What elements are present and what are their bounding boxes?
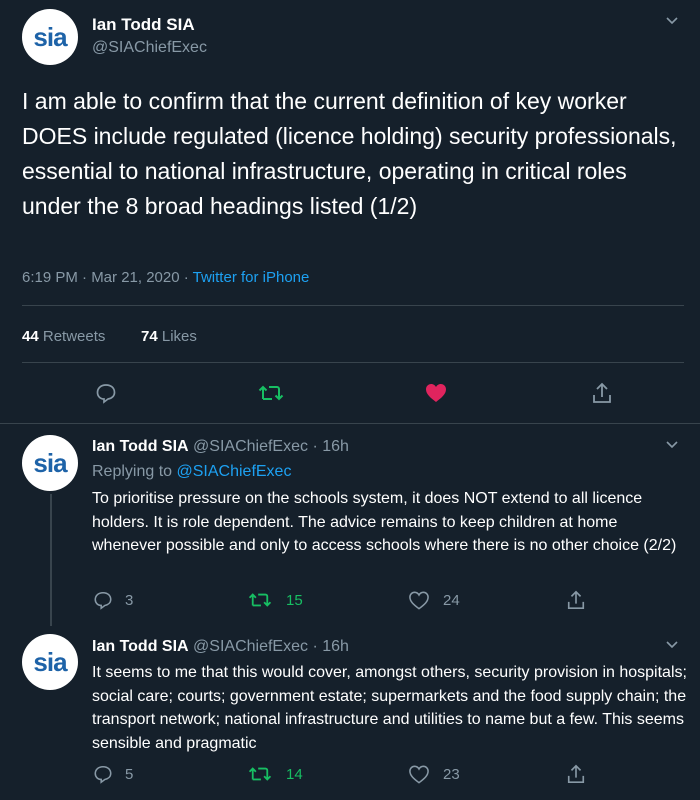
retweet-button[interactable]: [258, 382, 284, 404]
retweet-icon: [258, 385, 284, 401]
likes-label: Likes: [161, 328, 197, 345]
chevron-down-icon[interactable]: [664, 436, 680, 457]
replying-to: Replying to @SIAChiefExec: [92, 463, 291, 481]
reply-button[interactable]: 3: [93, 590, 133, 610]
reply-header: Ian Todd SIA @SIAChiefExec · 16h: [92, 438, 349, 456]
like-stats[interactable]: 74 Likes: [141, 328, 197, 345]
reply-icon: [94, 591, 112, 610]
like-count: 24: [443, 592, 460, 609]
retweets-count: 44: [22, 328, 39, 345]
reply-button[interactable]: 5: [93, 764, 133, 784]
retweet-icon: [248, 767, 272, 781]
retweet-count: 15: [286, 591, 303, 609]
author-name[interactable]: Ian Todd SIA: [92, 438, 189, 455]
author-name[interactable]: Ian Todd SIA: [92, 15, 195, 35]
like-button[interactable]: 23: [409, 765, 460, 784]
retweet-icon: [248, 593, 272, 607]
reply-icon: [94, 765, 112, 784]
thread-line: [50, 494, 52, 626]
replying-handle-link[interactable]: @SIAChiefExec: [177, 463, 292, 480]
retweet-button[interactable]: 14: [248, 764, 303, 784]
likes-count: 74: [141, 328, 158, 345]
share-icon: [567, 764, 585, 783]
like-button[interactable]: 24: [409, 591, 460, 610]
replying-prefix: Replying to: [92, 463, 177, 480]
chevron-down-icon[interactable]: [664, 12, 680, 33]
avatar[interactable]: sia: [22, 634, 78, 690]
share-button[interactable]: [566, 589, 586, 611]
retweet-count: 14: [286, 765, 303, 783]
avatar[interactable]: sia: [22, 9, 78, 65]
sia-logo: sia: [33, 447, 67, 478]
chevron-down-icon[interactable]: [664, 636, 680, 657]
tweet-text: I am able to confirm that the current de…: [22, 88, 677, 219]
reply-text: It seems to me that this would cover, am…: [92, 664, 687, 752]
share-button[interactable]: [566, 763, 586, 785]
heart-icon: [409, 765, 429, 784]
share-icon: [593, 382, 611, 403]
like-count: 23: [443, 766, 460, 783]
share-icon: [567, 590, 585, 609]
heart-filled-icon: [426, 384, 446, 402]
reply-text: To prioritise pressure on the schools sy…: [92, 490, 677, 554]
tweet-time[interactable]: 6:19 PM · Mar 21, 2020 ·: [22, 269, 193, 286]
handle-time[interactable]: @SIAChiefExec · 16h: [193, 638, 349, 655]
retweet-button[interactable]: 15: [248, 590, 303, 610]
avatar[interactable]: sia: [22, 435, 78, 491]
divider: [22, 362, 684, 363]
like-button[interactable]: [425, 383, 447, 403]
handle-time[interactable]: @SIAChiefExec · 16h: [193, 438, 349, 455]
reply-icon: [96, 384, 116, 404]
sia-logo: sia: [33, 646, 67, 677]
heart-icon: [409, 591, 429, 610]
tweet-source-link[interactable]: Twitter for iPhone: [193, 269, 310, 286]
retweet-stats[interactable]: 44 Retweets: [22, 328, 105, 345]
share-button[interactable]: [591, 381, 613, 405]
tweet-timestamp: 6:19 PM · Mar 21, 2020 · Twitter for iPh…: [22, 269, 309, 286]
reply-button[interactable]: [95, 382, 117, 404]
reply-count: 5: [125, 765, 134, 783]
retweets-label: Retweets: [42, 328, 106, 345]
reply-count: 3: [125, 591, 134, 609]
author-name[interactable]: Ian Todd SIA: [92, 638, 189, 655]
divider: [0, 423, 700, 424]
reply-header: Ian Todd SIA @SIAChiefExec · 16h: [92, 638, 349, 656]
author-handle[interactable]: @SIAChiefExec: [92, 39, 207, 57]
divider: [22, 305, 684, 306]
sia-logo: sia: [33, 21, 67, 52]
